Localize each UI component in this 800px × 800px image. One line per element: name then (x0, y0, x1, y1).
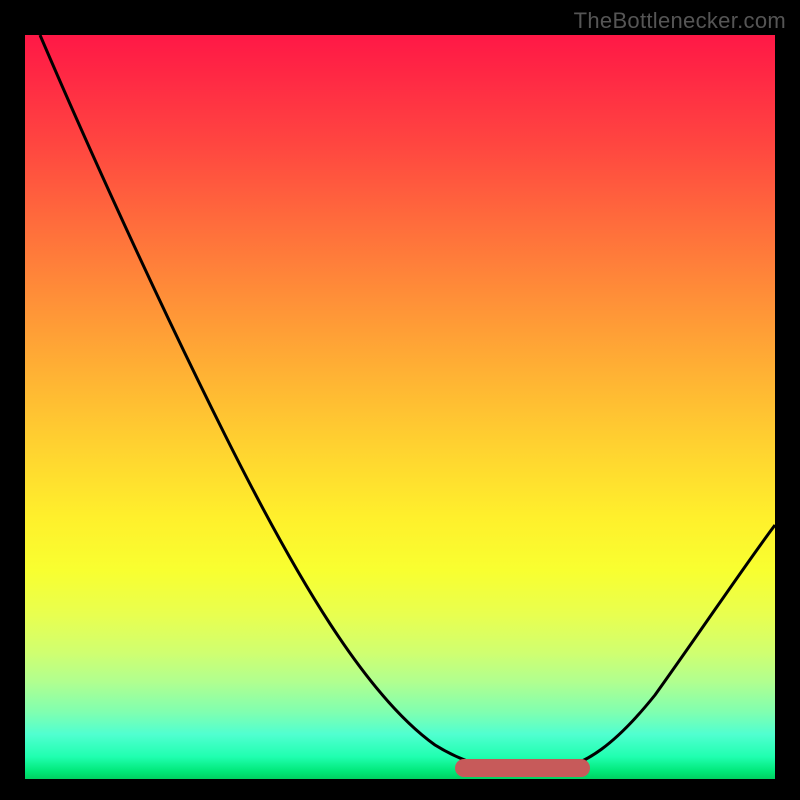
chart-plot (25, 35, 775, 779)
bottleneck-curve (25, 35, 775, 779)
minimum-accent-bar (455, 759, 590, 777)
curve-path (40, 35, 775, 772)
attribution-text: TheBottlenecker.com (574, 8, 786, 34)
